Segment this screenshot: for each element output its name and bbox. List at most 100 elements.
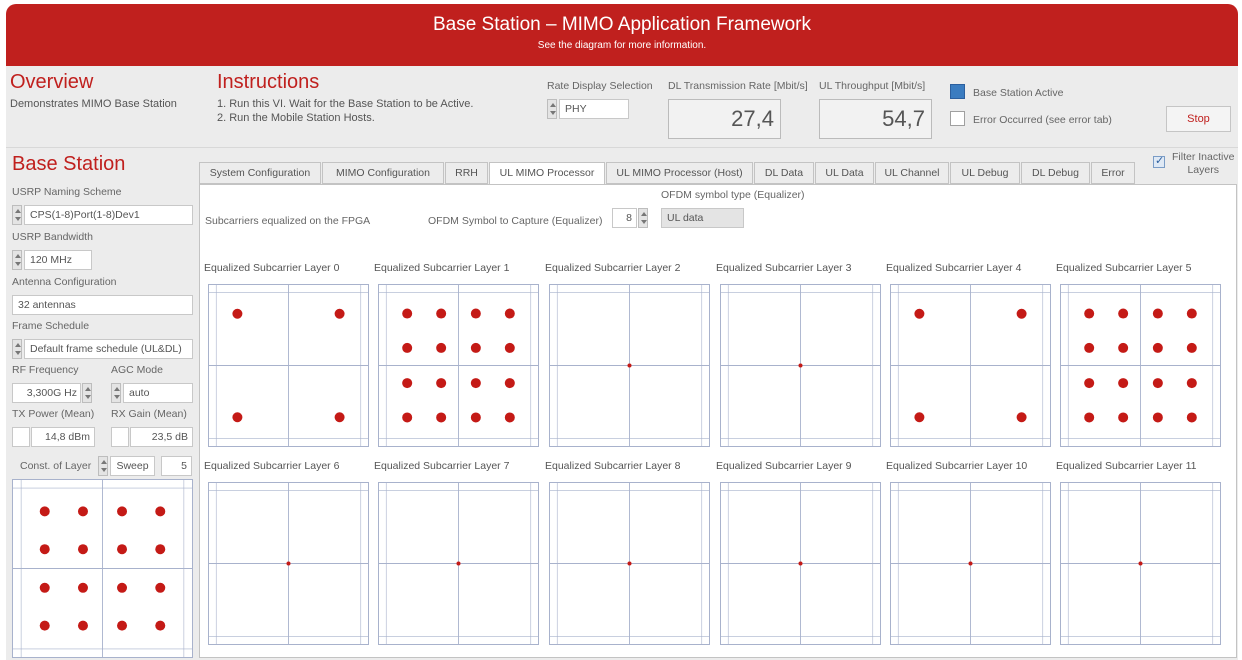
usrp-naming-field[interactable]: CPS(1-8)Port(1-8)Dev1: [24, 205, 193, 225]
tab-dl-debug[interactable]: DL Debug: [1021, 162, 1090, 184]
constellation-point: [1186, 342, 1197, 353]
constellation-point: [968, 561, 973, 566]
tab-dl-data[interactable]: DL Data: [754, 162, 814, 184]
usrp-bandwidth-field[interactable]: 120 MHz: [24, 250, 92, 270]
ul-throughput-indicator: 54,7: [819, 99, 932, 139]
rate-display-spinner[interactable]: [547, 99, 557, 119]
constellation-point: [117, 544, 128, 555]
constellation-point: [1118, 378, 1129, 389]
constellation-point: [155, 620, 166, 631]
rate-display-label: Rate Display Selection: [547, 80, 653, 92]
agc-mode-field[interactable]: auto: [123, 383, 193, 403]
layer-10-title: Equalized Subcarrier Layer 10: [886, 460, 1028, 472]
error-label: Error Occurred (see error tab): [973, 114, 1112, 126]
instruction-line-2: 2. Run the Mobile Station Hosts.: [217, 112, 375, 124]
rf-frequency-field[interactable]: 3,300G Hz: [12, 383, 81, 403]
constellation-point: [436, 308, 447, 319]
frame-schedule-spinner[interactable]: [12, 339, 22, 359]
frame-schedule-field[interactable]: Default frame schedule (UL&DL): [24, 339, 193, 359]
ofdm-capture-label: OFDM Symbol to Capture (Equalizer): [428, 215, 603, 227]
ofdm-capture-spinner[interactable]: [638, 208, 648, 228]
constellation-point: [1016, 412, 1027, 423]
layer-11-title: Equalized Subcarrier Layer 11: [1056, 460, 1197, 472]
rx-gain-indicator-box: [111, 427, 129, 447]
constellation-point: [232, 412, 243, 423]
constellation-point: [1016, 308, 1027, 319]
constellation-point: [1186, 412, 1197, 423]
filter-inactive-checkbox[interactable]: [1153, 154, 1165, 168]
base-station-title: Base Station: [12, 153, 126, 175]
antenna-config-field[interactable]: 32 antennas: [12, 295, 193, 315]
agc-mode-spinner[interactable]: [111, 383, 121, 403]
layer-10-constellation-plot: [890, 482, 1051, 645]
tab-ul-mimo-processor-host[interactable]: UL MIMO Processor (Host): [606, 162, 753, 184]
constellation-svg: [209, 285, 368, 446]
constellation-point: [232, 308, 243, 319]
constellation-point: [470, 342, 481, 353]
const-layer-index-field[interactable]: 5: [161, 456, 192, 476]
constellation-point: [470, 378, 481, 389]
layer-9-title: Equalized Subcarrier Layer 9: [716, 460, 852, 472]
constellation-point: [914, 308, 925, 319]
constellation-point: [1152, 342, 1163, 353]
constellation-point: [1084, 308, 1095, 319]
sweep-field[interactable]: Sweep: [110, 456, 155, 476]
usrp-bandwidth-spinner[interactable]: [12, 250, 22, 270]
layer-5-constellation-plot: [1060, 284, 1221, 447]
constellation-point: [504, 412, 515, 423]
constellation-svg: [550, 285, 709, 446]
constellation-point: [456, 561, 461, 566]
constellation-point: [627, 363, 632, 368]
constellation-point: [798, 561, 803, 566]
ofdm-type-label: OFDM symbol type (Equalizer): [661, 189, 805, 201]
app-subtitle: See the diagram for more information.: [537, 40, 707, 51]
layer-6-constellation-plot: [208, 482, 369, 645]
constellation-point: [914, 412, 925, 423]
layer-9-constellation-plot: [720, 482, 881, 645]
ofdm-type-field: UL data: [661, 208, 744, 228]
tab-ul-mimo-processor[interactable]: UL MIMO Processor: [489, 162, 605, 185]
constellation-point: [504, 378, 515, 389]
base-station-active-label: Base Station Active: [973, 87, 1064, 99]
constellation-point: [1118, 308, 1129, 319]
layer-4-constellation-plot: [890, 284, 1051, 447]
tab-system-configuration[interactable]: System Configuration: [199, 162, 321, 184]
tab-ul-data[interactable]: UL Data: [815, 162, 874, 184]
instructions-title: Instructions: [217, 71, 320, 93]
tab-error[interactable]: Error: [1091, 162, 1135, 184]
constellation-point: [77, 544, 88, 555]
const-layer-spinner[interactable]: [98, 456, 108, 476]
layer-4-title: Equalized Subcarrier Layer 4: [886, 262, 1022, 274]
tab-rrh[interactable]: RRH: [445, 162, 488, 184]
rf-frequency-spinner[interactable]: [82, 383, 92, 403]
constellation-point: [1152, 308, 1163, 319]
constellation-point: [117, 506, 128, 517]
filter-inactive-label-line1: Filter Inactive: [1172, 151, 1235, 163]
layer-1-title: Equalized Subcarrier Layer 1: [374, 262, 510, 274]
tab-mimo-configuration[interactable]: MIMO Configuration: [322, 162, 444, 184]
usrp-naming-label: USRP Naming Scheme: [12, 186, 122, 198]
usrp-naming-spinner[interactable]: [12, 205, 22, 225]
usrp-bandwidth-label: USRP Bandwidth: [12, 231, 93, 243]
constellation-svg: [891, 285, 1050, 446]
layer-1-constellation-plot: [378, 284, 539, 447]
constellation-point: [1152, 378, 1163, 389]
constellation-svg: [721, 483, 880, 644]
constellation-point: [1138, 561, 1143, 566]
layer-0-constellation-plot: [208, 284, 369, 447]
tab-ul-channel[interactable]: UL Channel: [875, 162, 949, 184]
constellation-point: [504, 308, 515, 319]
tx-power-field: 14,8 dBm: [31, 427, 95, 447]
constellation-point: [1186, 308, 1197, 319]
constellation-point: [39, 544, 50, 555]
constellation-point: [155, 544, 166, 555]
selected-layer-constellation-plot: [12, 479, 193, 658]
constellation-point: [798, 363, 803, 368]
stop-button[interactable]: Stop: [1166, 106, 1231, 132]
error-led: [950, 111, 965, 126]
constellation-point: [155, 506, 166, 517]
ofdm-capture-field[interactable]: 8: [612, 208, 637, 228]
rate-display-select[interactable]: PHY: [559, 99, 629, 119]
constellation-point: [77, 582, 88, 593]
tab-ul-debug[interactable]: UL Debug: [950, 162, 1020, 184]
